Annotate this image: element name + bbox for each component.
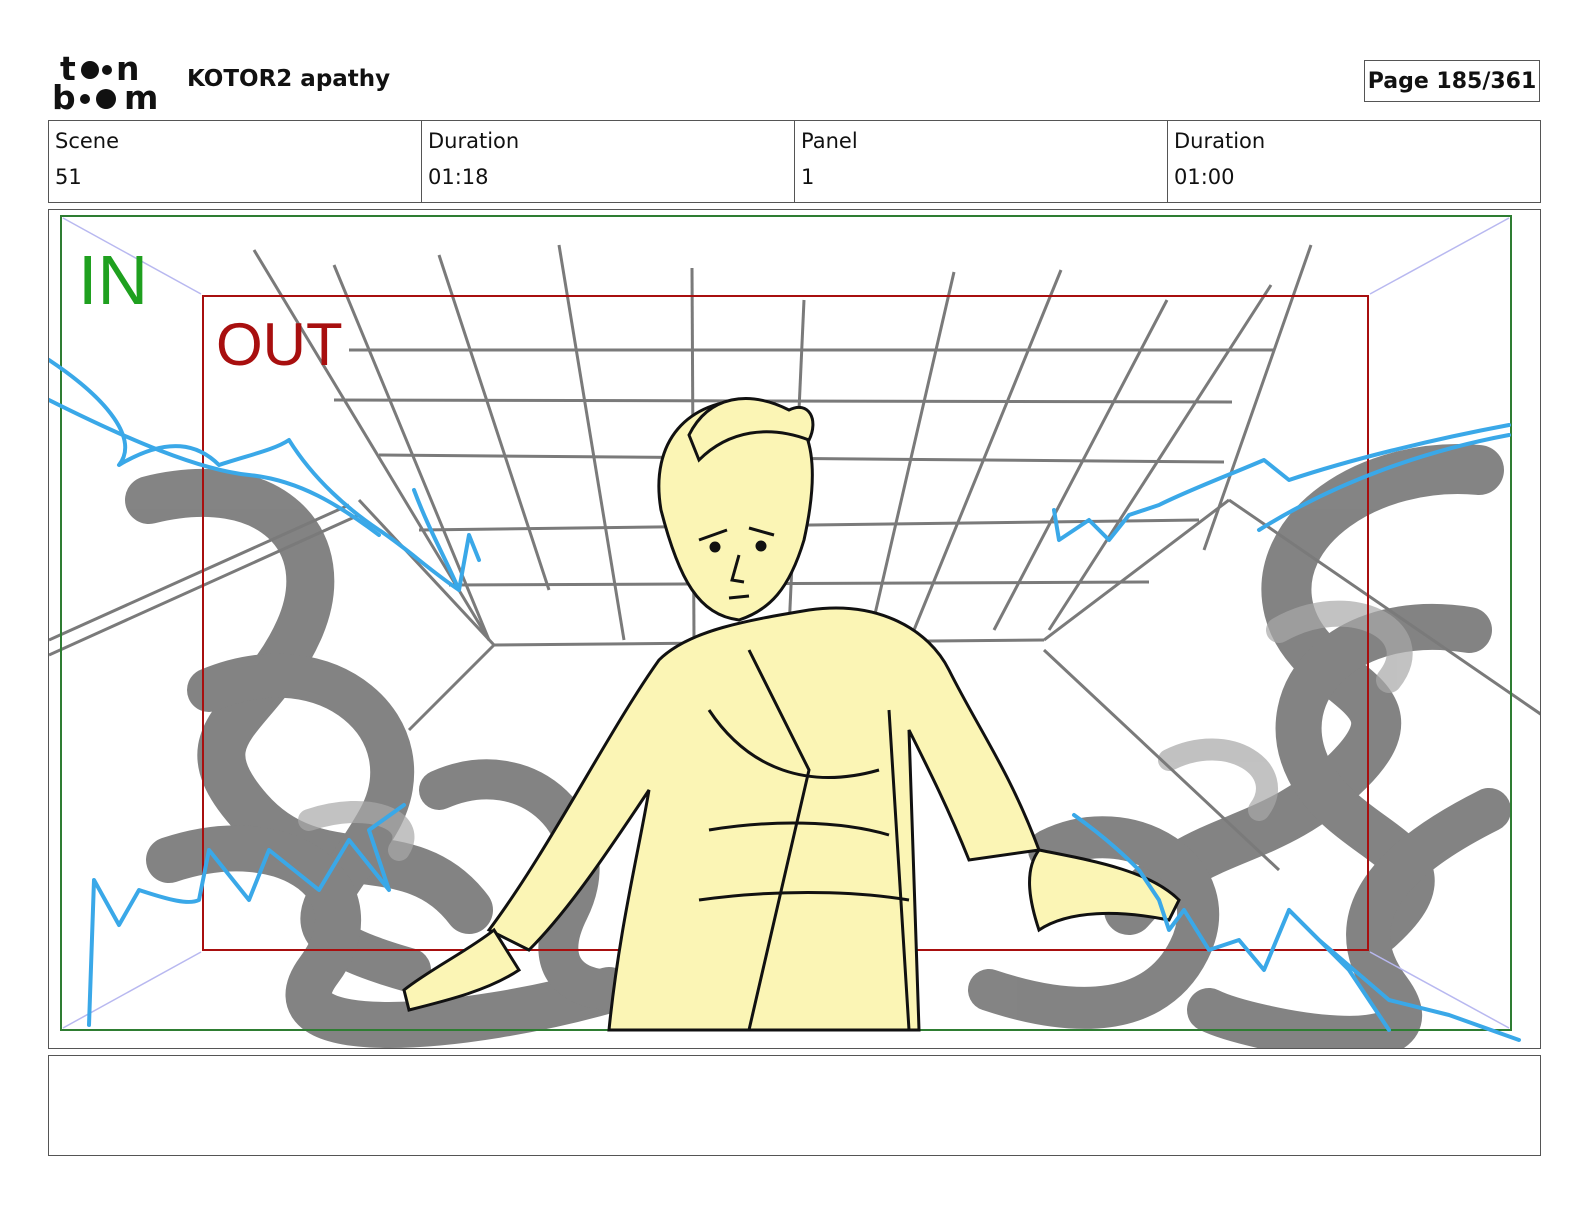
out-frame-label: OUT <box>216 311 343 378</box>
panel-caption-box[interactable] <box>48 1055 1541 1156</box>
scene-duration-value: 01:18 <box>428 165 489 189</box>
scene-info-table: Scene 51 Duration 01:18 Panel 1 Duration… <box>48 120 1541 203</box>
panel-label: Panel <box>801 129 858 153</box>
svg-text:b: b <box>52 78 76 112</box>
in-frame-label: IN <box>78 241 148 319</box>
toon-boom-logo: t n b m <box>52 52 158 112</box>
project-title: KOTOR2 apathy <box>187 66 391 92</box>
panel-cell: Panel 1 <box>795 121 1168 202</box>
character-figure <box>402 397 1181 1032</box>
svg-text:m: m <box>124 78 158 112</box>
storyboard-panel: IN OUT <box>48 209 1541 1049</box>
scene-duration-cell: Duration 01:18 <box>422 121 795 202</box>
page-number: Page 185/361 <box>1364 60 1540 102</box>
panel-duration-value: 01:00 <box>1174 165 1235 189</box>
scene-duration-label: Duration <box>428 129 520 153</box>
scene-label: Scene <box>55 129 120 153</box>
scene-value: 51 <box>55 165 82 189</box>
panel-duration-cell: Duration 01:00 <box>1168 121 1540 202</box>
panel-duration-label: Duration <box>1174 129 1266 153</box>
scene-cell: Scene 51 <box>49 121 422 202</box>
panel-value: 1 <box>801 165 815 189</box>
